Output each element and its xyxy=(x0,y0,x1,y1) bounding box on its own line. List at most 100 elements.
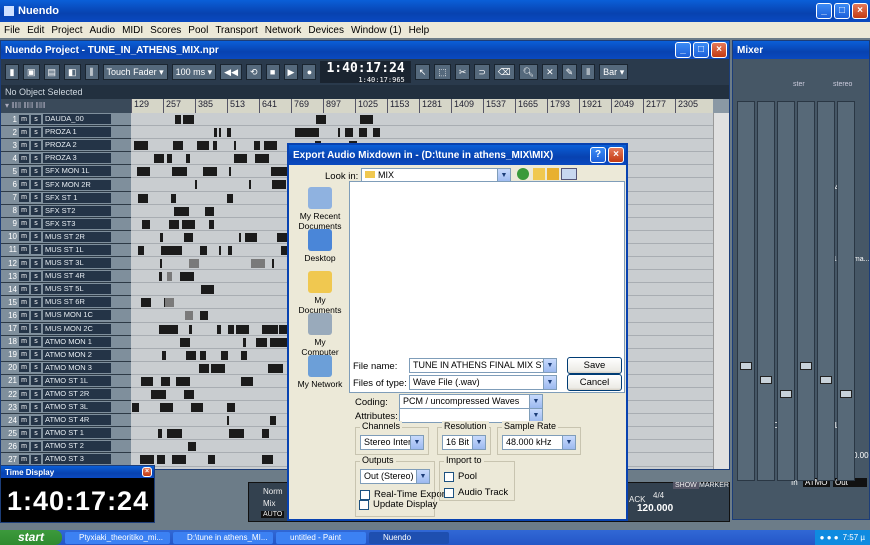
track-name[interactable]: SFX MON 2R xyxy=(43,179,111,190)
audio-event[interactable] xyxy=(262,324,270,334)
audio-event[interactable] xyxy=(227,403,235,413)
minimize-button[interactable]: _ xyxy=(816,3,832,19)
audio-event[interactable] xyxy=(241,376,253,386)
mute-button[interactable]: m xyxy=(19,441,29,451)
solo-button[interactable]: s xyxy=(31,180,41,190)
mute-button[interactable]: m xyxy=(19,193,29,203)
track-row[interactable]: 13 m s MUS ST 4R xyxy=(1,270,131,284)
audio-event[interactable] xyxy=(175,115,181,124)
update-display-checkbox[interactable] xyxy=(359,500,369,510)
mixer-channel-strip[interactable] xyxy=(837,101,855,481)
audio-event[interactable] xyxy=(249,180,251,190)
track-row[interactable]: 22 m s ATMO ST 2R xyxy=(1,387,131,402)
audio-event[interactable] xyxy=(229,429,244,439)
pool-checkbox[interactable] xyxy=(444,472,454,482)
overview-toggle-button[interactable]: ▤ xyxy=(43,64,61,80)
mixer-channel-strip[interactable] xyxy=(817,101,835,481)
track-row[interactable]: 26 m s ATMO ST 2 xyxy=(1,440,131,454)
audio-event[interactable] xyxy=(239,232,241,242)
mute-button[interactable]: m xyxy=(19,284,29,294)
solo-button[interactable]: s xyxy=(31,271,41,281)
solo-button[interactable]: s xyxy=(31,166,41,176)
project-title-bar[interactable]: Nuendo Project - TUNE_IN_ATHENS_MIX.npr … xyxy=(1,41,729,59)
solo-button[interactable]: s xyxy=(31,206,41,216)
audio-event[interactable] xyxy=(184,389,194,399)
audio-event[interactable] xyxy=(191,403,203,413)
tray-icons[interactable]: ● ● ● xyxy=(820,533,839,542)
mute-button[interactable]: m xyxy=(19,153,29,163)
audio-event[interactable] xyxy=(227,416,229,426)
mixer-button[interactable]: ⫼ xyxy=(84,64,99,80)
track-name[interactable]: ATMO ST 4R xyxy=(43,415,111,426)
menu-edit[interactable]: Edit xyxy=(27,25,44,36)
audio-event[interactable] xyxy=(171,193,176,203)
track-name[interactable]: ATMO ST 1L xyxy=(43,375,111,386)
real-time-export-checkbox[interactable] xyxy=(360,490,370,500)
sample-rate-select[interactable]: 48.000 kHz ▼ xyxy=(502,435,576,450)
audio-event[interactable] xyxy=(160,232,163,242)
transport-mix-label[interactable]: Mix xyxy=(263,499,275,508)
audio-event[interactable] xyxy=(134,141,148,151)
audio-event[interactable] xyxy=(180,337,190,347)
solo-button[interactable]: s xyxy=(31,127,41,137)
menu-scores[interactable]: Scores xyxy=(150,25,181,36)
menu-network[interactable]: Network xyxy=(265,25,302,36)
audio-event[interactable] xyxy=(241,350,247,360)
audio-event[interactable] xyxy=(209,219,214,229)
audio-event[interactable] xyxy=(243,337,246,347)
rewind-button[interactable]: ◀◀ xyxy=(220,64,242,80)
audio-event[interactable] xyxy=(172,455,186,465)
audio-event[interactable] xyxy=(142,219,150,229)
audio-event[interactable] xyxy=(228,324,234,334)
audio-event[interactable] xyxy=(158,429,162,439)
mute-button[interactable]: m xyxy=(19,127,29,137)
audio-event[interactable] xyxy=(316,115,326,124)
track-name[interactable]: DAUDA_00 xyxy=(43,114,111,125)
mute-button[interactable]: m xyxy=(19,232,29,242)
start-button[interactable]: start xyxy=(0,530,62,545)
menu-window[interactable]: Window (1) xyxy=(351,25,402,36)
zoom-tool[interactable]: 🔍︎ xyxy=(518,64,539,80)
audio-event[interactable] xyxy=(217,324,221,334)
audio-event[interactable] xyxy=(199,363,209,373)
audio-event[interactable] xyxy=(205,206,214,216)
mute-button[interactable]: m xyxy=(19,337,29,347)
audio-event[interactable] xyxy=(173,141,183,151)
audio-event[interactable] xyxy=(186,350,196,360)
track-name[interactable]: SFX ST3 xyxy=(43,218,111,229)
track-row[interactable]: 21 m s ATMO ST 1L xyxy=(1,374,131,388)
audio-event[interactable] xyxy=(220,363,222,373)
audio-event[interactable] xyxy=(208,455,215,465)
track-name[interactable]: ATMO MON 1 xyxy=(43,336,111,347)
audio-event[interactable] xyxy=(295,128,308,138)
file-type-select[interactable]: Wave File (.wav) ▼ xyxy=(409,375,557,390)
audio-event[interactable] xyxy=(180,272,194,282)
audio-event[interactable] xyxy=(200,350,206,360)
menu-file[interactable]: File xyxy=(4,25,20,36)
mixer-channel-strip[interactable] xyxy=(777,101,795,481)
solo-button[interactable]: s xyxy=(31,153,41,163)
audio-event[interactable] xyxy=(159,324,173,334)
transport-show-button[interactable]: SHOW xyxy=(673,482,699,489)
solo-button[interactable]: s xyxy=(31,140,41,150)
track-row[interactable]: 4 m s PROZA 3 xyxy=(1,152,131,166)
mute-button[interactable]: m xyxy=(19,310,29,320)
dialog-help-button[interactable]: ? xyxy=(590,147,606,163)
mixer-channel-strip[interactable] xyxy=(797,101,815,481)
audio-event[interactable] xyxy=(181,376,189,386)
audio-event[interactable] xyxy=(201,285,214,295)
mute-button[interactable]: m xyxy=(19,402,29,412)
mute-button[interactable]: m xyxy=(19,454,29,464)
audio-event[interactable] xyxy=(227,193,233,203)
menu-project[interactable]: Project xyxy=(51,25,82,36)
solo-button[interactable]: s xyxy=(31,337,41,347)
mute-button[interactable]: m xyxy=(19,245,29,255)
track-row[interactable]: 19 m s ATMO MON 2 xyxy=(1,348,131,362)
solo-button[interactable]: s xyxy=(31,350,41,360)
audio-event[interactable] xyxy=(182,219,195,229)
audio-event[interactable] xyxy=(203,167,217,177)
time-display-title-bar[interactable]: Time Display × xyxy=(1,466,154,478)
object-select-tool[interactable]: ↖ xyxy=(414,64,431,80)
track-name[interactable]: ATMO ST 2 xyxy=(43,441,111,452)
time-display-close-button[interactable]: × xyxy=(142,467,152,477)
